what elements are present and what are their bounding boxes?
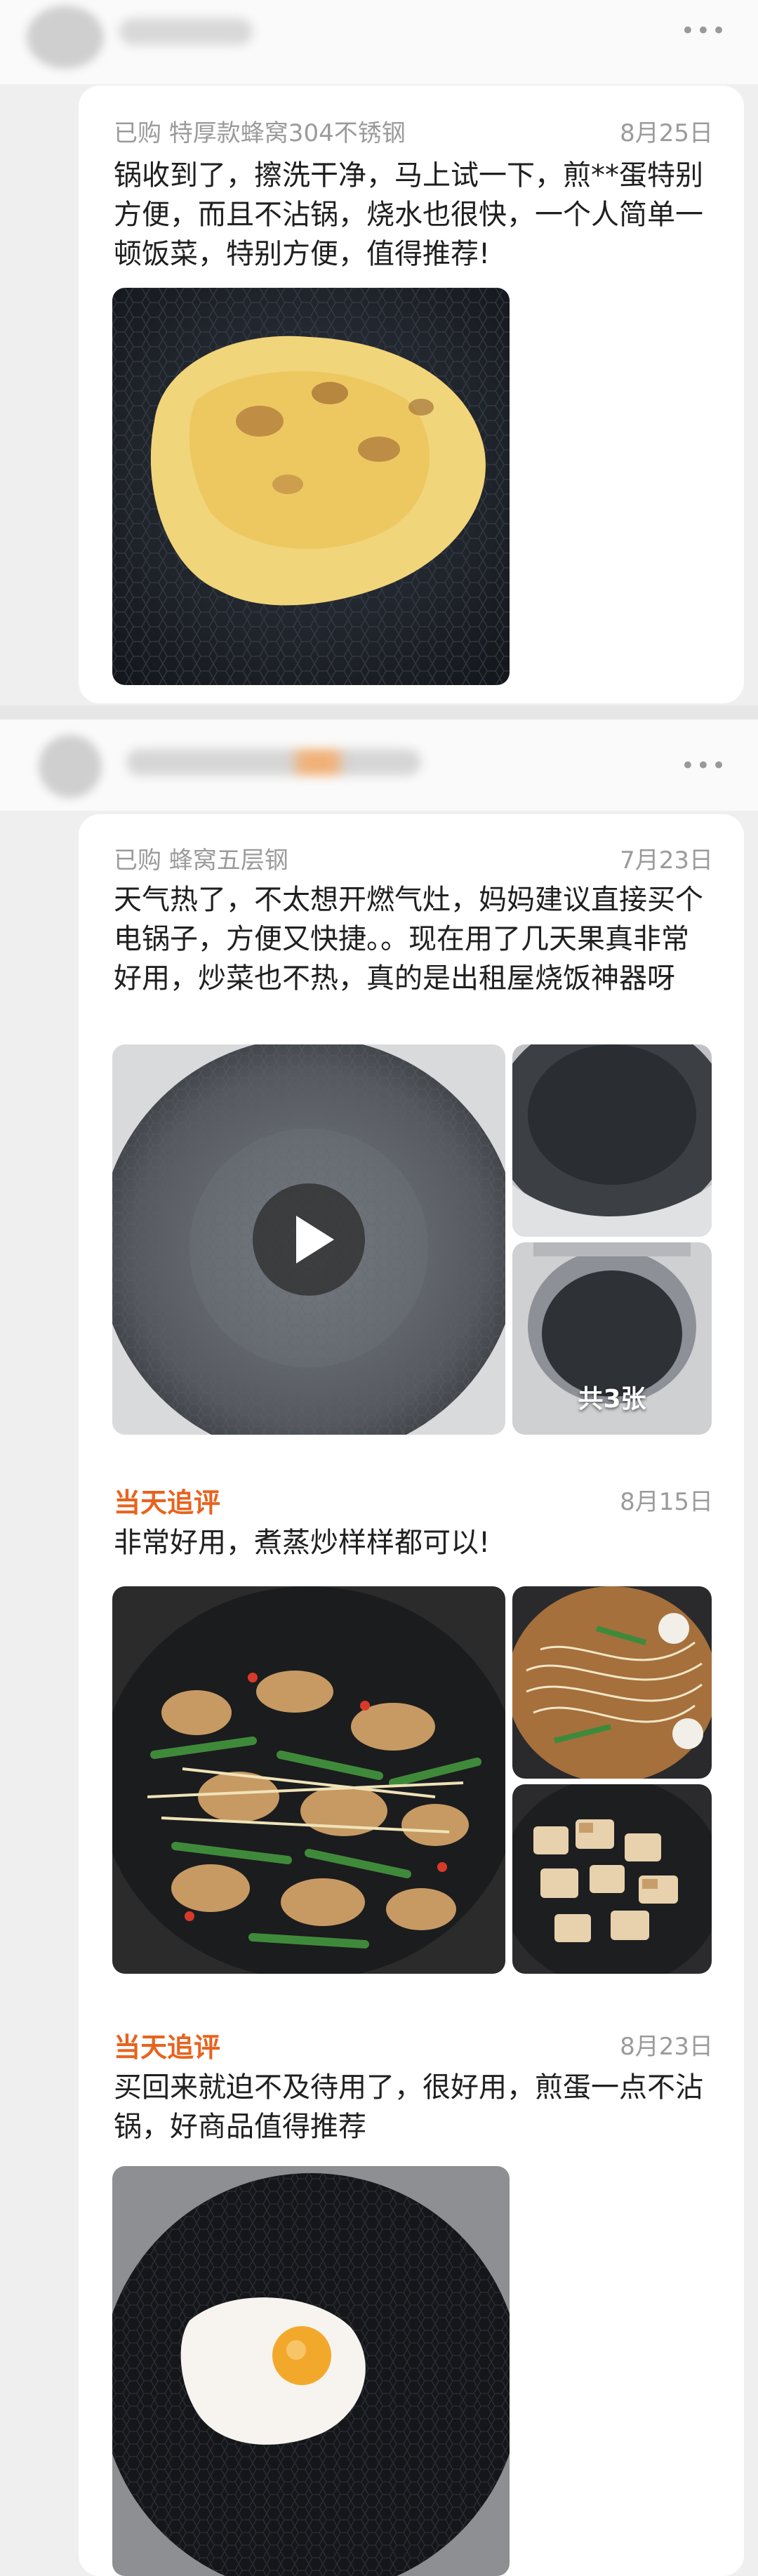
followup-text: 非常好用，煮蒸炒样样都可以! [114,1527,491,1559]
separator [0,705,758,719]
review-date: 7月23日 [620,847,713,875]
review-date: 8月25日 [620,119,713,147]
more-options-icon[interactable]: ••• [681,17,727,45]
play-icon[interactable] [253,1183,365,1296]
fried-tofu-image [512,1784,712,1974]
followup-text: 买回来就迫不及待用了，很好用，煎蛋一点不沾锅，好商品值得推荐 [114,2071,703,2143]
review-header: ••• [0,719,758,811]
noodles-image [512,1586,712,1779]
fried-egg-pan-image [112,2166,510,2576]
review-video[interactable] [112,1044,505,1435]
review-card: 已购 蜂窝五层钢 7月23日 天气热了，不太想开燃气灶，妈妈建议直接买个电锅子，… [79,814,744,2576]
review-card: 已购 特厚款蜂窝304不锈钢 8月25日 锅收到了，擦洗干净，马上试一下，煎**… [79,86,744,703]
fried-egg-pan-image [112,288,510,685]
stir-fry-image [112,1586,505,1974]
followup-label: 当天追评 [114,2032,221,2063]
review-photo[interactable]: 共3张 [512,1242,712,1435]
purchased-variant: 已购 蜂窝五层钢 [114,847,288,875]
followup-label: 当天追评 [114,1487,221,1518]
avatar[interactable] [39,735,102,798]
review-photo[interactable] [112,288,510,685]
reviewer-name [126,749,421,776]
purchased-variant: 已购 特厚款蜂窝304不锈钢 [114,119,406,147]
reviewer-name [119,18,253,45]
review-text: 天气热了，不太想开燃气灶，妈妈建议直接买个电锅子，方便又快捷。。现在用了几天果真… [114,884,703,995]
review-header: ••• [0,0,758,84]
review-text: 锅收到了，擦洗干净，马上试一下，煎**蛋特别方便，而且不沾锅，烧水也很快，一个人… [114,159,703,270]
review-photo[interactable] [512,1586,712,1779]
review-photo[interactable] [112,1586,505,1974]
more-options-icon[interactable]: ••• [681,752,727,780]
followup-date: 8月15日 [620,1488,713,1516]
review-photo[interactable] [512,1044,712,1237]
avatar[interactable] [27,6,104,69]
followup-date: 8月23日 [620,2033,713,2061]
pan-closeup-image [512,1044,712,1237]
review-photo[interactable] [512,1784,712,1974]
photo-count: 共3张 [578,1385,646,1414]
review-photo[interactable] [112,2166,510,2576]
